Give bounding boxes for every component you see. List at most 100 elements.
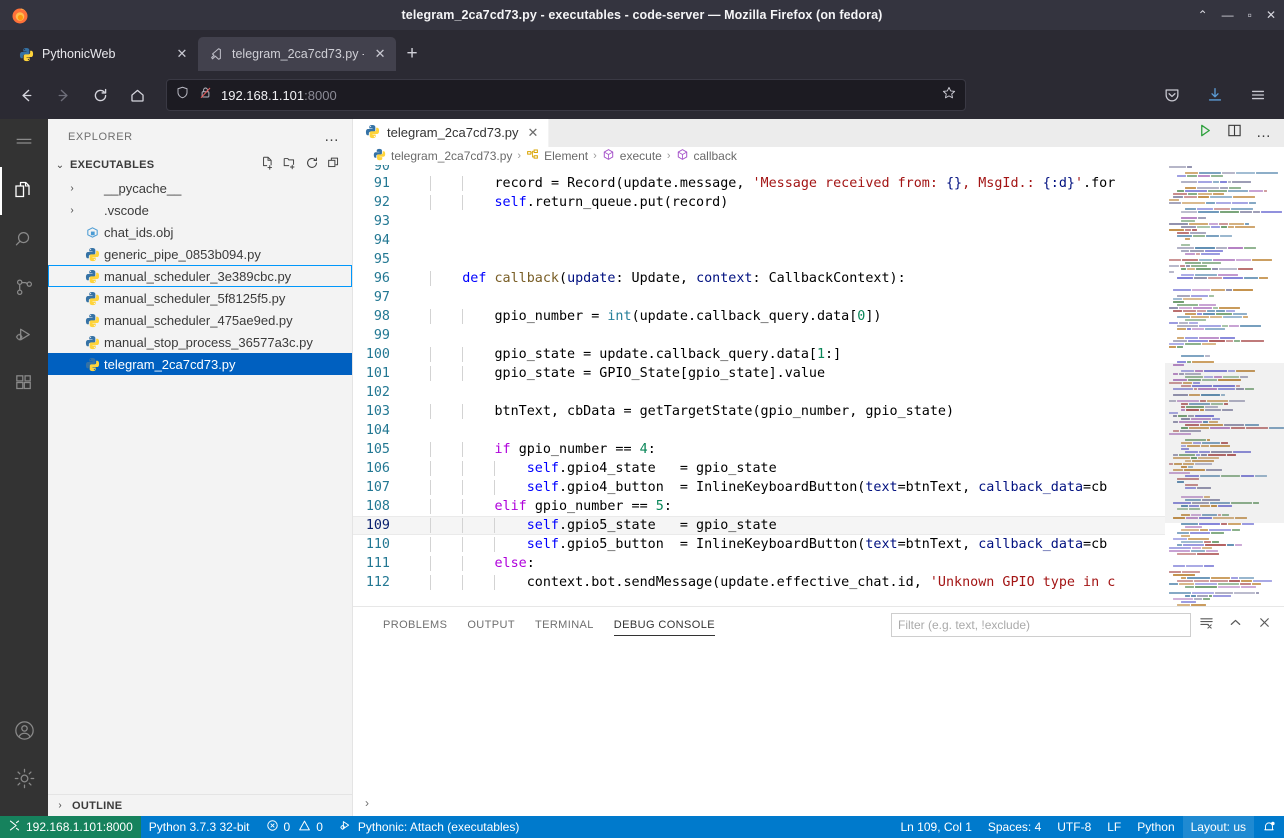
- status-eol[interactable]: LF: [1099, 816, 1129, 838]
- window-restore-button[interactable]: ⌃: [1198, 9, 1208, 21]
- code-line[interactable]: 105 if gpio_number == 4:: [353, 440, 1165, 459]
- new-tab-button[interactable]: +: [396, 43, 428, 71]
- breadcrumb-item-method-callback[interactable]: callback: [676, 148, 737, 164]
- forward-button[interactable]: [47, 79, 80, 112]
- ellipsis-icon[interactable]: …: [1256, 129, 1272, 137]
- code-line[interactable]: 112 context.bot.sendMessage(update.effec…: [353, 573, 1165, 592]
- chevron-right-icon[interactable]: ›: [52, 800, 68, 811]
- account-icon[interactable]: [0, 706, 48, 754]
- code-line[interactable]: 99: [353, 326, 1165, 345]
- window-maximize-button[interactable]: ▫: [1248, 9, 1252, 21]
- chevron-right-icon[interactable]: ›: [64, 183, 80, 194]
- ellipsis-icon[interactable]: …: [324, 133, 340, 141]
- file-tree-item[interactable]: ›__pycache__: [48, 177, 352, 199]
- file-tree-item[interactable]: manual_scheduler_475ae9ed.py: [48, 309, 352, 331]
- gear-icon[interactable]: [0, 754, 48, 802]
- status-problems[interactable]: 0 0: [258, 816, 331, 838]
- sidebar-item-search[interactable]: [0, 215, 48, 263]
- status-encoding[interactable]: UTF-8: [1049, 816, 1099, 838]
- star-icon[interactable]: [941, 85, 957, 106]
- back-button[interactable]: [10, 79, 43, 112]
- status-keyboard-layout[interactable]: Layout: us: [1183, 816, 1254, 838]
- code-line[interactable]: 93: [353, 212, 1165, 231]
- sidebar-item-explorer[interactable]: [0, 167, 48, 215]
- shield-icon[interactable]: [175, 85, 190, 105]
- tab-debug-console[interactable]: DEBUG CONSOLE: [604, 607, 725, 642]
- chevron-right-icon[interactable]: ›: [64, 205, 80, 216]
- explorer-section-executables[interactable]: ⌄ EXECUTABLES: [48, 154, 352, 176]
- code-line[interactable]: 108 elif gpio_number == 5:: [353, 497, 1165, 516]
- status-remote-host[interactable]: 192.168.1.101:8000: [0, 816, 141, 838]
- browser-tab-pythonicweb[interactable]: PythonicWeb ✕: [8, 37, 198, 71]
- close-icon[interactable]: ✕: [174, 46, 190, 62]
- new-file-icon[interactable]: [260, 155, 276, 176]
- tab-output[interactable]: OUTPUT: [457, 607, 525, 642]
- window-minimize-button[interactable]: —: [1222, 9, 1234, 21]
- status-language-mode[interactable]: Python: [1129, 816, 1182, 838]
- sidebar-item-source-control[interactable]: [0, 263, 48, 311]
- sidebar-item-run-and-debug[interactable]: [0, 311, 48, 359]
- code-line[interactable]: 110 self.gpio5_button = InlineKeyboardBu…: [353, 535, 1165, 554]
- collapse-all-icon[interactable]: [326, 155, 342, 176]
- breadcrumb-item-class[interactable]: Element: [526, 148, 588, 164]
- code-line[interactable]: 111 else:: [353, 554, 1165, 573]
- chevron-up-icon[interactable]: [1228, 615, 1243, 635]
- code-line[interactable]: 98 gpio_number = int(update.callback_que…: [353, 307, 1165, 326]
- chevron-down-icon[interactable]: ⌄: [52, 160, 68, 171]
- code-line[interactable]: 92 self.return_queue.put(record): [353, 193, 1165, 212]
- code-line[interactable]: 94: [353, 231, 1165, 250]
- sidebar-item-extensions[interactable]: [0, 359, 48, 407]
- status-python-version[interactable]: Python 3.7.3 32-bit: [141, 816, 258, 838]
- play-icon[interactable]: [1198, 123, 1213, 143]
- status-cursor-position[interactable]: Ln 109, Col 1: [892, 816, 979, 838]
- code-content[interactable]: 90 91 record = Record(update.message, 'M…: [353, 165, 1165, 606]
- download-icon[interactable]: [1198, 79, 1231, 112]
- breadcrumb-item-method-execute[interactable]: execute: [602, 148, 662, 164]
- editor-tab-telegram-py[interactable]: telegram_2ca7cd73.py ✕: [353, 119, 549, 147]
- breadcrumb-item-file[interactable]: telegram_2ca7cd73.py: [373, 148, 512, 164]
- file-tree-item[interactable]: manual_stop_process_36577a3c.py: [48, 331, 352, 353]
- file-tree-item[interactable]: manual_scheduler_5f8125f5.py: [48, 287, 352, 309]
- debug-console-body[interactable]: ›: [353, 642, 1284, 816]
- file-tree-item[interactable]: chat_ids.obj: [48, 221, 352, 243]
- file-tree-item[interactable]: manual_scheduler_3e389cbc.py: [48, 265, 352, 287]
- code-line[interactable]: 101 gpio_state = GPIO_State[gpio_state].…: [353, 364, 1165, 383]
- home-button[interactable]: [121, 79, 154, 112]
- code-line[interactable]: 103 btnText, cbData = getTargetState(gpi…: [353, 402, 1165, 421]
- outline-section[interactable]: › OUTLINE: [48, 794, 352, 816]
- file-tree-item[interactable]: ›.vscode: [48, 199, 352, 221]
- file-tree-item[interactable]: generic_pipe_0853b094.py: [48, 243, 352, 265]
- close-icon[interactable]: ✕: [372, 46, 388, 62]
- filter-input[interactable]: Filter (e.g. text, !exclude): [891, 613, 1191, 637]
- split-editor-icon[interactable]: [1227, 123, 1242, 143]
- lock-insecure-icon[interactable]: [198, 85, 213, 105]
- refresh-icon[interactable]: [304, 155, 320, 176]
- pocket-icon[interactable]: [1155, 79, 1188, 112]
- code-line[interactable]: 91 record = Record(update.message, 'Mess…: [353, 174, 1165, 193]
- code-line[interactable]: 102: [353, 383, 1165, 402]
- bell-dot-icon[interactable]: [1254, 816, 1284, 838]
- browser-tab-telegram-py[interactable]: telegram_2ca7cd73.py - ✕: [198, 37, 396, 71]
- url-bar[interactable]: 192.168.1.101:8000: [166, 79, 966, 111]
- status-debug-config[interactable]: Pythonic: Attach (executables): [331, 816, 527, 838]
- code-line[interactable]: 95: [353, 250, 1165, 269]
- close-icon[interactable]: ✕: [528, 125, 539, 141]
- clear-icon[interactable]: [1199, 615, 1214, 635]
- code-line[interactable]: 100 gpio_state = update.callback_query.d…: [353, 345, 1165, 364]
- tab-terminal[interactable]: TERMINAL: [525, 607, 604, 642]
- repl-prompt-chevron-icon[interactable]: ›: [365, 796, 369, 810]
- reload-button[interactable]: [84, 79, 117, 112]
- code-line[interactable]: 106 self.gpio4_state = gpio_state: [353, 459, 1165, 478]
- minimap-slider[interactable]: [1165, 363, 1284, 523]
- code-line[interactable]: 104: [353, 421, 1165, 440]
- tab-problems[interactable]: PROBLEMS: [373, 607, 457, 642]
- url-text[interactable]: 192.168.1.101:8000: [221, 88, 933, 103]
- code-line[interactable]: 107 self.gpio4_button = InlineKeyboardBu…: [353, 478, 1165, 497]
- status-indentation[interactable]: Spaces: 4: [980, 816, 1049, 838]
- new-folder-icon[interactable]: [282, 155, 298, 176]
- code-line[interactable]: 97: [353, 288, 1165, 307]
- minimap[interactable]: [1165, 165, 1284, 606]
- code-editor[interactable]: 90 91 record = Record(update.message, 'M…: [353, 165, 1284, 606]
- code-line[interactable]: 109 self.gpio5_state = gpio_state: [353, 516, 1165, 535]
- hamburger-menu-icon[interactable]: [1241, 79, 1274, 112]
